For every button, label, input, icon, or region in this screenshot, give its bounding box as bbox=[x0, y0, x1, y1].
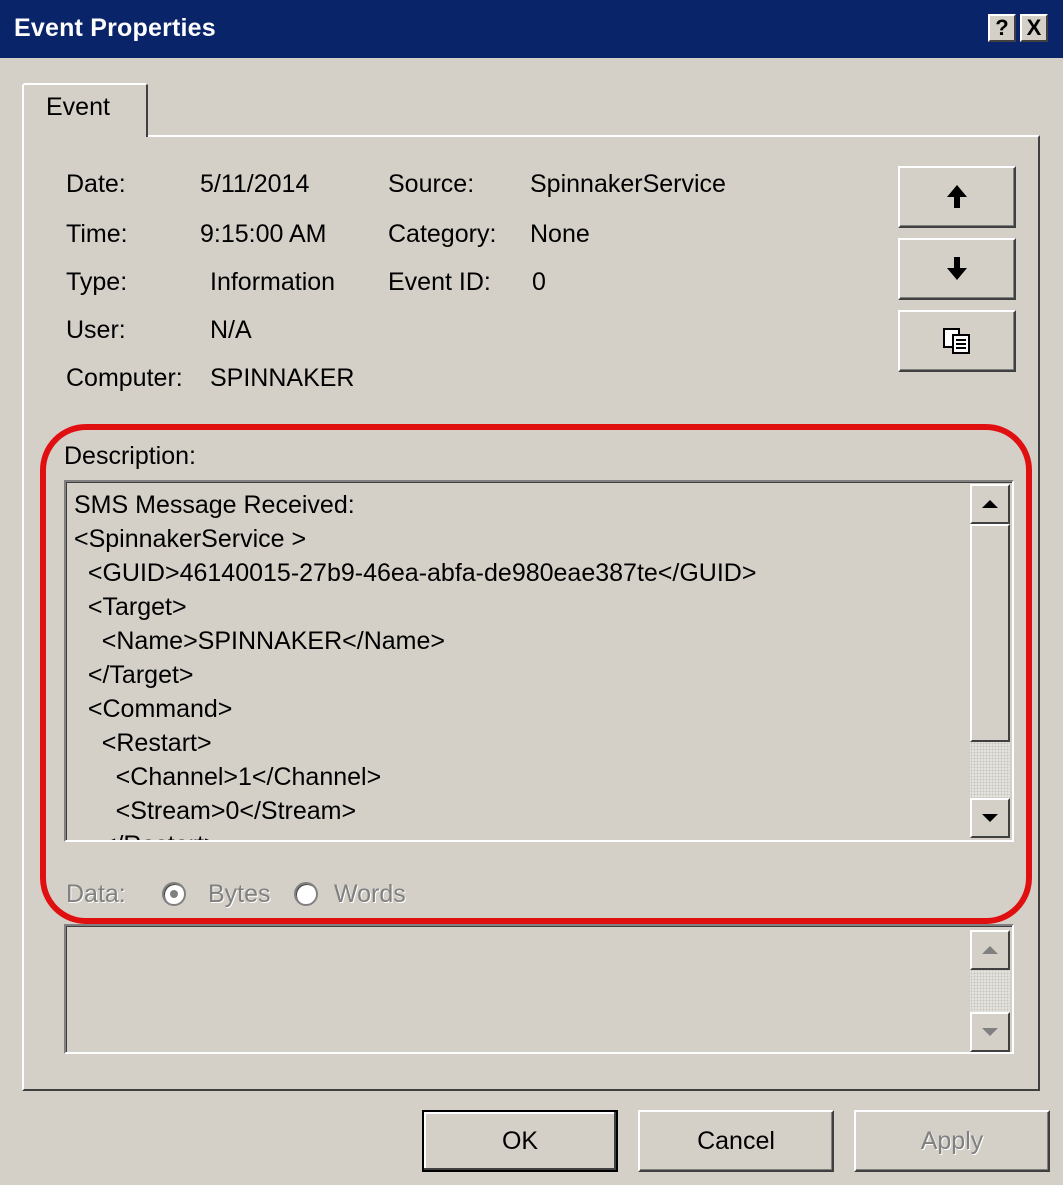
close-button[interactable]: X bbox=[1020, 14, 1048, 42]
help-button[interactable]: ? bbox=[988, 14, 1016, 42]
tab-event[interactable]: Event bbox=[22, 83, 148, 137]
help-icon: ? bbox=[995, 15, 1009, 40]
ok-button-label: OK bbox=[501, 1126, 539, 1155]
window-title: Event Properties bbox=[14, 14, 216, 42]
tab-panel bbox=[22, 135, 1040, 1091]
ok-button[interactable]: OK bbox=[422, 1110, 618, 1172]
title-bar: Event Properties ? X bbox=[0, 0, 1063, 58]
tab-event-label: Event bbox=[46, 93, 110, 121]
cancel-button[interactable]: Cancel bbox=[638, 1110, 834, 1172]
apply-button[interactable]: Apply bbox=[854, 1110, 1050, 1172]
apply-button-label: Apply bbox=[920, 1126, 984, 1155]
close-icon: X bbox=[1026, 15, 1042, 40]
cancel-button-label: Cancel bbox=[697, 1126, 775, 1155]
